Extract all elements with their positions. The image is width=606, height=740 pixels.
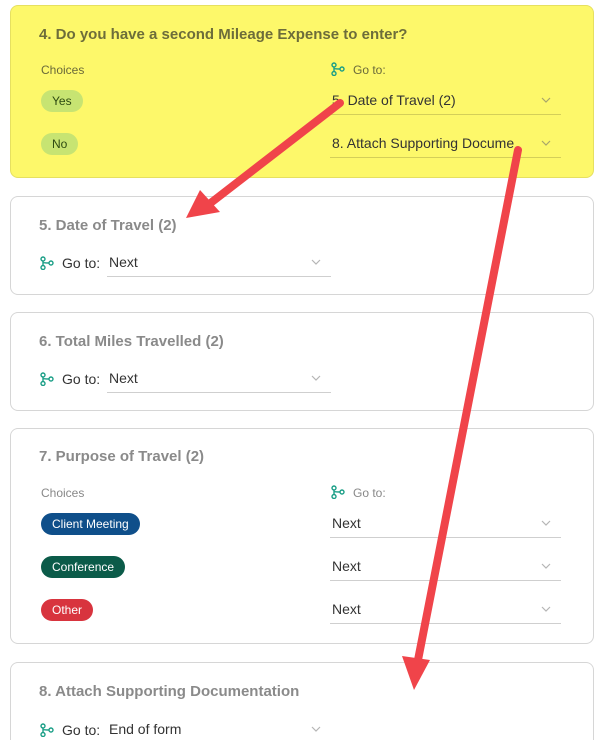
question-8-card: 8. Attach Supporting Documentation Go to…: [10, 662, 594, 740]
question-5-title: 5. Date of Travel (2): [39, 217, 177, 234]
chevron-down-icon: [541, 139, 551, 147]
choices-label: Choices: [41, 63, 85, 77]
question-7-title: 7. Purpose of Travel (2): [39, 448, 205, 465]
chevron-down-icon: [311, 374, 321, 382]
branch-icon: [40, 723, 54, 737]
question-4-title: 4. Do you have a second Mileage Expense …: [39, 26, 408, 43]
goto-select-conference[interactable]: Next: [330, 553, 561, 581]
choice-no: No: [41, 133, 79, 155]
goto-value: End of form: [109, 721, 182, 737]
question-4-card: 4. Do you have a second Mileage Expense …: [10, 5, 594, 178]
branch-icon: [40, 372, 54, 386]
goto-value: Next: [332, 515, 361, 531]
choices-label: Choices: [41, 486, 85, 500]
goto-select-yes[interactable]: 5. Date of Travel (2): [330, 87, 561, 115]
chevron-down-icon: [541, 562, 551, 570]
goto-label: Go to:: [62, 255, 101, 271]
question-8-title: 8. Attach Supporting Documentation: [39, 683, 300, 700]
goto-label: Go to:: [62, 371, 101, 387]
goto-label: Go to:: [353, 63, 386, 77]
question-7-card: 7. Purpose of Travel (2) Choices Go to: …: [10, 428, 594, 644]
chevron-down-icon: [541, 96, 551, 104]
question-6-title: 6. Total Miles Travelled (2): [39, 333, 224, 350]
goto-select[interactable]: Next: [107, 365, 331, 393]
branch-icon: [40, 256, 54, 270]
choice-other: Other: [41, 599, 94, 621]
goto-label: Go to:: [62, 722, 101, 738]
choice-client-meeting: Client Meeting: [41, 513, 140, 535]
goto-value: Next: [109, 254, 138, 270]
goto-value: Next: [332, 558, 361, 574]
chevron-down-icon: [541, 605, 551, 613]
question-6-card: 6. Total Miles Travelled (2) Go to: Next: [10, 312, 594, 411]
choice-conference: Conference: [41, 556, 126, 578]
goto-value: Next: [109, 370, 138, 386]
choice-yes: Yes: [41, 90, 83, 112]
chevron-down-icon: [541, 519, 551, 527]
goto-select-other[interactable]: Next: [330, 596, 561, 624]
goto-label: Go to:: [353, 486, 386, 500]
goto-value: 5. Date of Travel (2): [332, 92, 456, 108]
chevron-down-icon: [311, 725, 321, 733]
goto-select-client-meeting[interactable]: Next: [330, 510, 561, 538]
goto-value: 8. Attach Supporting Docume: [332, 135, 515, 151]
goto-select[interactable]: End of form: [107, 716, 331, 740]
goto-value: Next: [332, 601, 361, 617]
branch-icon: [331, 62, 345, 76]
goto-select[interactable]: Next: [107, 249, 331, 277]
question-5-card: 5. Date of Travel (2) Go to: Next: [10, 196, 594, 295]
goto-select-no[interactable]: 8. Attach Supporting Docume: [330, 130, 561, 158]
branch-icon: [331, 485, 345, 499]
chevron-down-icon: [311, 258, 321, 266]
